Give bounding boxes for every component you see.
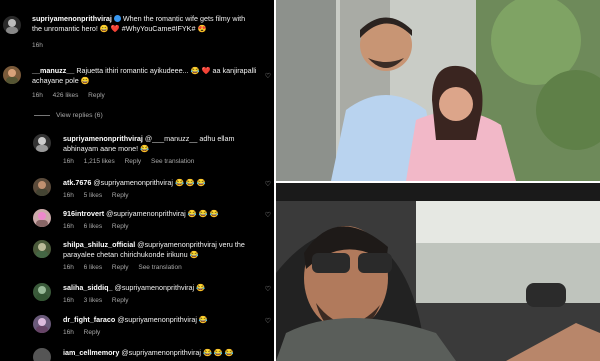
comment-text: supriyamenonprithviraj When the romantic…: [32, 14, 246, 33]
photo-collage: [276, 0, 600, 361]
view-replies-button[interactable]: View replies (6): [34, 112, 103, 119]
comment-meta: 16h 6 likes Reply See translation: [63, 264, 182, 271]
comment-username[interactable]: __manuzz__: [32, 66, 74, 75]
comment-username[interactable]: dr_fight_faraco: [63, 315, 115, 324]
avatar[interactable]: [33, 348, 51, 361]
heart-icon[interactable]: ♡: [265, 211, 271, 219]
avatar[interactable]: [33, 209, 51, 227]
comment-username[interactable]: supriyamenonprithviraj: [63, 134, 143, 143]
comment-meta: 16h Reply: [63, 329, 101, 336]
comment-text: supriyamenonprithviraj @___manuzz__ adhu…: [63, 134, 235, 153]
comment-text: saliha_siddiq_ @supriyamenonprithviraj 😂: [63, 283, 206, 292]
comment-username[interactable]: shilpa_shiluz_official: [63, 240, 135, 249]
avatar[interactable]: [3, 16, 21, 34]
reply-button[interactable]: Reply: [112, 192, 129, 199]
comment-meta: 16h 5 likes Reply: [63, 192, 129, 199]
avatar[interactable]: [33, 240, 51, 258]
avatar[interactable]: [33, 134, 51, 152]
comment-text: __manuzz__ Rajuetta ithiri romantic ayik…: [32, 66, 257, 85]
car-selfie-photo[interactable]: [276, 183, 600, 361]
comment-username[interactable]: atk.7676: [63, 178, 91, 187]
reply-button[interactable]: Reply: [84, 329, 101, 336]
comment-text: atk.7676 @supriyamenonprithviraj 😂 😂 😂: [63, 178, 206, 187]
comment-username[interactable]: 916introvert: [63, 209, 104, 218]
avatar[interactable]: [33, 283, 51, 301]
comment-meta: 16h 426 likes Reply: [32, 92, 105, 99]
see-translation-button[interactable]: See translation: [138, 264, 181, 271]
comment-meta: 16h 6 likes Reply: [63, 223, 129, 230]
reply-button[interactable]: Reply: [112, 223, 129, 230]
comment-text: iam_cellmemory @supriyamenonprithviraj 😂…: [63, 348, 234, 357]
comment-text: 916introvert @supriyamenonprithviraj 😂 😂…: [63, 209, 219, 218]
reply-button[interactable]: Reply: [88, 92, 105, 99]
see-translation-button[interactable]: See translation: [151, 158, 194, 165]
comment-username[interactable]: supriyamenonprithviraj: [32, 14, 112, 23]
comment-meta: 16h: [32, 42, 51, 49]
comments-panel: supriyamenonprithviraj When the romantic…: [0, 0, 274, 361]
reply-button[interactable]: Reply: [112, 297, 129, 304]
heart-icon[interactable]: ♡: [265, 317, 271, 325]
avatar[interactable]: [3, 66, 21, 84]
verified-icon: [113, 15, 121, 22]
comment-meta: 16h 1,215 likes Reply See translation: [63, 158, 195, 165]
couple-photo[interactable]: [276, 0, 600, 181]
comment-meta: 16h 3 likes Reply: [63, 297, 129, 304]
heart-icon[interactable]: ♡: [265, 72, 271, 80]
avatar[interactable]: [33, 315, 51, 333]
comment-username[interactable]: saliha_siddiq_: [63, 283, 113, 292]
reply-button[interactable]: Reply: [125, 158, 142, 165]
comment-text: dr_fight_faraco @supriyamenonprithviraj …: [63, 315, 208, 324]
comment-time: 16h: [32, 42, 43, 49]
comment-text: shilpa_shiluz_official @supriyamenonprit…: [63, 240, 245, 259]
comment-username[interactable]: iam_cellmemory: [63, 348, 119, 357]
heart-icon[interactable]: ♡: [265, 180, 271, 188]
heart-icon[interactable]: ♡: [265, 285, 271, 293]
reply-button[interactable]: Reply: [112, 264, 129, 271]
avatar[interactable]: [33, 178, 51, 196]
